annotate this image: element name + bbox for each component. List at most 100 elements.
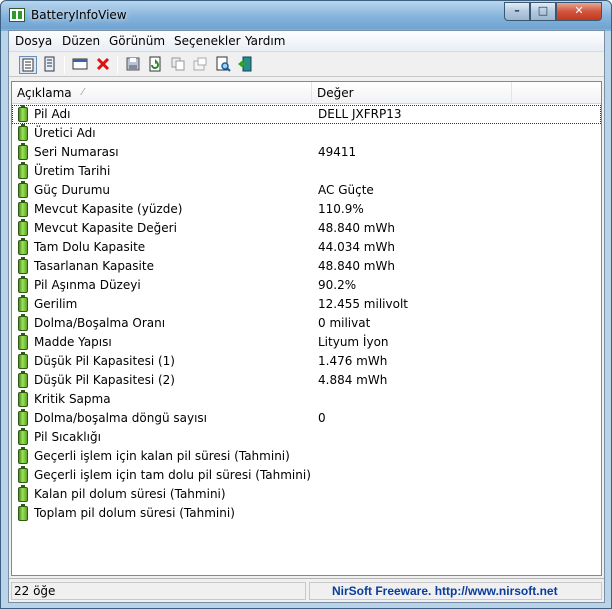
exit-icon[interactable] xyxy=(237,56,255,74)
item-value: 110.9% xyxy=(318,202,364,216)
client-area: Dosya Düzen Görünüm Seçenekler Yardım Aç… xyxy=(8,30,605,603)
list-item[interactable]: Geçerli işlem için kalan pil süresi (Tah… xyxy=(12,447,601,466)
window-title: BatteryInfoView xyxy=(31,8,127,22)
options-icon[interactable] xyxy=(192,56,210,74)
list-item[interactable]: Kalan pil dolum süresi (Tahmini) xyxy=(12,485,601,504)
battery-icon xyxy=(18,238,28,255)
list-item[interactable]: Güç Durumu AC Güçte xyxy=(12,181,601,200)
properties-icon[interactable] xyxy=(41,56,59,74)
list-item[interactable]: Geçerli işlem için tam dolu pil süresi (… xyxy=(12,466,601,485)
title-bar[interactable]: BatteryInfoView – □ ✕ xyxy=(1,1,611,29)
sort-arrow-icon: ⁄ xyxy=(82,87,84,98)
list-item[interactable]: Düşük Pil Kapasitesi (2) 4.884 mWh xyxy=(12,371,601,390)
item-name: Pil Sıcaklığı xyxy=(34,430,101,444)
menu-yardim[interactable]: Yardım xyxy=(245,34,285,48)
item-name: Geçerli işlem için kalan pil süresi (Tah… xyxy=(34,449,290,463)
find-icon[interactable] xyxy=(215,56,233,74)
item-value: 4.884 mWh xyxy=(318,373,388,387)
battery-info-list[interactable]: Açıklama ⁄ Değer Pil Adı DELL JXFRP13 Üret… xyxy=(11,81,602,576)
column-aciklama[interactable]: Açıklama ⁄ xyxy=(12,82,312,104)
battery-icon xyxy=(18,181,28,198)
battery-icon xyxy=(18,352,28,369)
list-item[interactable]: Üretim Tarihi xyxy=(12,162,601,181)
list-item[interactable]: Madde Yapısı Lityum İyon xyxy=(12,333,601,352)
item-value: 0 milivat xyxy=(318,316,371,330)
close-button[interactable]: ✕ xyxy=(556,2,602,21)
column-aciklama-label: Açıklama xyxy=(17,86,72,100)
item-value: 48.840 mWh xyxy=(318,259,395,273)
list-item[interactable]: Pil Aşınma Düzeyi 90.2% xyxy=(12,276,601,295)
item-value: 1.476 mWh xyxy=(318,354,388,368)
refresh-icon[interactable] xyxy=(147,56,165,74)
battery-icon xyxy=(18,428,28,445)
nirsoft-link[interactable]: NirSoft Freeware. http://www.nirsoft.net xyxy=(309,582,602,600)
battery-icon xyxy=(18,390,28,407)
item-name: Düşük Pil Kapasitesi (1) xyxy=(34,354,175,368)
list-item[interactable]: Tam Dolu Kapasite 44.034 mWh xyxy=(12,238,601,257)
battery-icon xyxy=(18,143,28,160)
item-value: 48.840 mWh xyxy=(318,221,395,235)
battery-icon xyxy=(18,504,28,521)
item-name: Tasarlanan Kapasite xyxy=(34,259,154,273)
battery-icon xyxy=(18,466,28,483)
item-name: Gerilim xyxy=(34,297,78,311)
list-item[interactable]: Tasarlanan Kapasite 48.840 mWh xyxy=(12,257,601,276)
item-name: Düşük Pil Kapasitesi (2) xyxy=(34,373,175,387)
list-item[interactable]: Dolma/boşalma döngü sayısı 0 xyxy=(12,409,601,428)
battery-icon xyxy=(18,371,28,388)
item-name: Dolma/Boşalma Oranı xyxy=(34,316,166,330)
column-deger[interactable]: Değer xyxy=(312,82,512,104)
item-name: Geçerli işlem için tam dolu pil süresi (… xyxy=(34,468,311,482)
html-report-icon[interactable] xyxy=(19,56,37,74)
item-name: Seri Numarası xyxy=(34,145,119,159)
battery-icon xyxy=(18,124,28,141)
app-window: BatteryInfoView – □ ✕ Dosya Düzen Görünü… xyxy=(0,0,612,609)
list-item[interactable]: Pil Sıcaklığı xyxy=(12,428,601,447)
window-icon[interactable] xyxy=(72,56,90,74)
battery-icon xyxy=(18,333,28,350)
list-item[interactable]: Dolma/Boşalma Oranı 0 milivat xyxy=(12,314,601,333)
copy-icon[interactable] xyxy=(170,56,188,74)
toolbar xyxy=(9,53,604,77)
item-value: Lityum İyon xyxy=(318,335,389,349)
battery-icon xyxy=(18,276,28,293)
maximize-button[interactable]: □ xyxy=(530,2,556,21)
battery-icon xyxy=(18,295,28,312)
menu-duzen[interactable]: Düzen xyxy=(62,34,100,48)
battery-icon xyxy=(18,105,28,122)
status-bar: 22 öğe NirSoft Freeware. http://www.nirs… xyxy=(9,578,604,602)
item-name: Kritik Sapma xyxy=(34,392,111,406)
battery-icon xyxy=(18,257,28,274)
list-item[interactable]: Düşük Pil Kapasitesi (1) 1.476 mWh xyxy=(12,352,601,371)
toolbar-separator xyxy=(117,56,118,74)
list-item[interactable]: Üretici Adı xyxy=(12,124,601,143)
battery-icon xyxy=(18,447,28,464)
item-name: Kalan pil dolum süresi (Tahmini) xyxy=(34,487,226,501)
item-value: 0 xyxy=(318,411,326,425)
menu-secenekler[interactable]: Seçenekler xyxy=(174,34,241,48)
item-name: Pil Aşınma Düzeyi xyxy=(34,278,141,292)
column-deger-label: Değer xyxy=(317,86,354,100)
list-item[interactable]: Mevcut Kapasite Değeri 48.840 mWh xyxy=(12,219,601,238)
menu-bar: Dosya Düzen Görünüm Seçenekler Yardım xyxy=(9,31,604,52)
list-item[interactable]: Seri Numarası 49411 xyxy=(12,143,601,162)
menu-dosya[interactable]: Dosya xyxy=(15,34,52,48)
list-item[interactable]: Toplam pil dolum süresi (Tahmini) xyxy=(12,504,601,523)
save-icon[interactable] xyxy=(125,56,143,74)
battery-icon xyxy=(18,162,28,179)
battery-icon xyxy=(18,200,28,217)
list-item[interactable]: Mevcut Kapasite (yüzde) 110.9% xyxy=(12,200,601,219)
menu-gorunum[interactable]: Görünüm xyxy=(109,34,165,48)
battery-icon xyxy=(18,314,28,331)
item-name: Mevcut Kapasite (yüzde) xyxy=(34,202,183,216)
list-item[interactable]: Pil Adı DELL JXFRP13 xyxy=(12,105,601,124)
list-header: Açıklama ⁄ Değer xyxy=(12,82,601,104)
delete-icon[interactable] xyxy=(95,56,113,74)
item-name: Tam Dolu Kapasite xyxy=(34,240,146,254)
item-value: AC Güçte xyxy=(318,183,374,197)
item-value: 90.2% xyxy=(318,278,357,292)
minimize-button[interactable]: – xyxy=(504,2,530,21)
list-item[interactable]: Gerilim 12.455 milivolt xyxy=(12,295,601,314)
battery-app-icon xyxy=(9,8,25,22)
list-item[interactable]: Kritik Sapma xyxy=(12,390,601,409)
